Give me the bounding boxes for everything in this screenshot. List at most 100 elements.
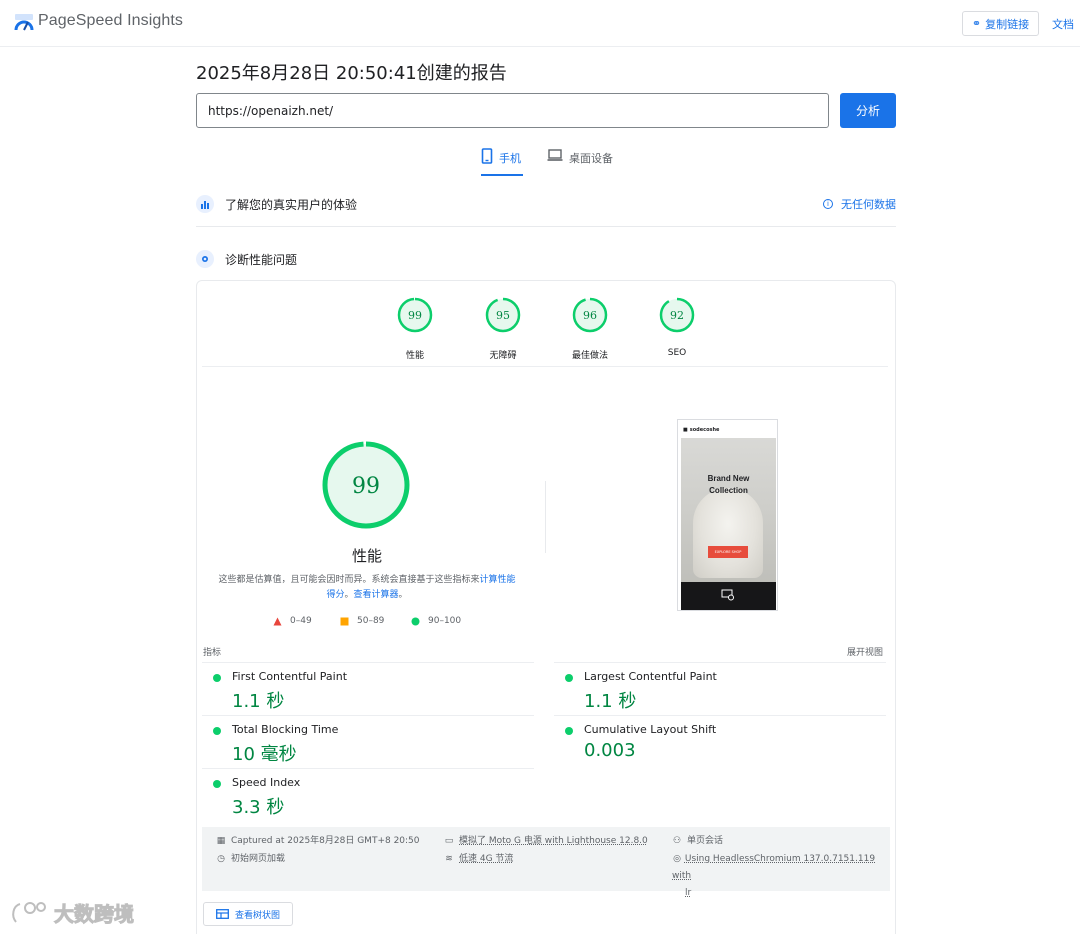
info-device[interactable]: ▭ 模拟了 Moto G 电源 with Lighthouse 12.8.0 <box>444 833 648 850</box>
watermark: 大数跨境 <box>10 898 135 927</box>
throttle-text: 低速 4G 节流 <box>459 854 514 864</box>
treemap-icon <box>216 909 229 919</box>
metric-name: First Contentful Paint <box>232 670 348 683</box>
gauge-label: SEO <box>667 348 687 358</box>
gauge-seo[interactable]: 92 SEO <box>647 297 707 358</box>
legend-pass: 90–100 <box>411 616 461 626</box>
gauge-accessibility[interactable]: 95 无障碍 <box>473 297 533 361</box>
diagnose-section: 诊断性能问题 <box>196 247 896 271</box>
metric-value: 1.1 秒 <box>584 691 637 712</box>
diagnose-title: 诊断性能问题 <box>225 252 298 267</box>
captured-text: Captured at 2025年8月28日 GMT+8 20:50 <box>231 836 420 846</box>
card-divider <box>202 366 888 367</box>
timer-icon: ◷ <box>217 854 225 864</box>
people-icon: ⚇ <box>672 836 682 846</box>
browser-text-2: lr <box>685 888 692 898</box>
tab-desktop-label: 桌面设备 <box>569 152 613 165</box>
gauge-performance[interactable]: 99 性能 <box>385 297 445 361</box>
note-separator: 。 <box>344 590 354 600</box>
metric-value: 10 毫秒 <box>232 744 297 765</box>
metric-name: Total Blocking Time <box>232 723 339 736</box>
pass-circle-icon <box>213 727 221 735</box>
score-value: 96 <box>583 309 597 322</box>
tab-desktop[interactable]: 桌面设备 <box>547 148 613 176</box>
url-input[interactable] <box>196 93 829 128</box>
screenshot-footer <box>681 582 776 610</box>
pass-circle-icon <box>213 780 221 788</box>
score-ring: 92 <box>659 297 695 333</box>
gauge-label: 性能 <box>405 351 424 361</box>
no-data-indicator[interactable]: i 无任何数据 <box>823 196 896 212</box>
screenshot-hero-title: Brand New Collection <box>681 473 776 497</box>
performance-score-value: 99 <box>352 474 380 499</box>
chrome-icon: ◎ <box>673 854 681 864</box>
legend-average-range: 50–89 <box>357 616 385 626</box>
metric-value: 0.003 <box>584 740 636 761</box>
initial-load-text: 初始网页加载 <box>231 854 286 864</box>
wifi-icon: ≋ <box>445 854 453 864</box>
performance-score-gauge: 99 <box>322 441 410 529</box>
pagespeed-logo-icon <box>14 14 34 31</box>
calendar-icon: ▦ <box>216 836 226 846</box>
score-ring: 96 <box>572 297 608 333</box>
top-bar: PageSpeed Insights ⚭ 复制链接 文档 <box>0 0 1080 47</box>
legend-fail: 0–49 <box>273 616 312 626</box>
note-end: 。 <box>398 590 408 600</box>
triangle-icon <box>273 617 282 625</box>
view-calculator-link[interactable]: 查看计算器 <box>354 590 399 600</box>
gauge-label: 无障碍 <box>489 351 517 361</box>
info-session: ⚇ 单页会话 <box>672 833 723 850</box>
score-value: 99 <box>408 309 422 322</box>
copy-link-label: 复制链接 <box>985 17 1030 31</box>
circle-icon <box>411 617 420 625</box>
expand-view-toggle[interactable]: 展开视图 <box>847 645 883 658</box>
metric-name: Cumulative Layout Shift <box>584 723 717 736</box>
view-treemap-label: 查看树状图 <box>234 910 280 921</box>
info-browser[interactable]: ◎ Using HeadlessChromium 137.0.7151.119 … <box>672 851 890 902</box>
performance-note: 这些都是估算值，且可能会因时而异。系统会直接基于这些指标来计算性能得分。查看计算… <box>217 573 517 603</box>
smartphone-icon <box>481 148 493 164</box>
view-treemap-button[interactable]: 查看树状图 <box>203 902 293 926</box>
score-ring: 99 <box>397 297 433 333</box>
screenshot-icon <box>721 589 734 601</box>
section-divider <box>196 226 896 227</box>
square-icon <box>340 617 349 625</box>
score-value: 95 <box>496 309 510 322</box>
browser-text-1: Using HeadlessChromium 137.0.7151.119 wi… <box>672 854 876 881</box>
score-value: 92 <box>670 309 684 322</box>
legend-fail-range: 0–49 <box>290 616 312 626</box>
metric-si: Speed Index 3.3 秒 <box>202 768 534 821</box>
info-icon: i <box>823 199 833 209</box>
link-icon: ⚭ <box>971 17 982 30</box>
metric-value: 3.3 秒 <box>232 797 285 818</box>
screenshot-hero-button: EXPLORE SHOP <box>708 546 748 558</box>
legend-average: 50–89 <box>340 616 384 626</box>
metric-fcp: First Contentful Paint 1.1 秒 <box>202 662 534 715</box>
real-user-section: 了解您的真实用户的体验 i 无任何数据 <box>196 192 896 216</box>
info-throttle[interactable]: ≋ 低速 4G 节流 <box>444 851 513 868</box>
copy-link-button[interactable]: ⚭ 复制链接 <box>962 11 1039 36</box>
hero-title-line-2: Collection <box>709 486 748 495</box>
docs-link[interactable]: 文档 <box>1052 16 1074 32</box>
tab-mobile[interactable]: 手机 <box>481 148 523 176</box>
bag-icon: ■ <box>683 427 688 433</box>
metric-tbt: Total Blocking Time 10 毫秒 <box>202 715 534 768</box>
runtime-settings: ▦ Captured at 2025年8月28日 GMT+8 20:50 ◷ 初… <box>202 827 890 898</box>
analyze-button[interactable]: 分析 <box>840 93 896 128</box>
no-data-label: 无任何数据 <box>841 198 896 211</box>
final-screenshot[interactable]: ■ sodecoshe Brand New Collection EXPLORE… <box>677 419 778 611</box>
real-user-title: 了解您的真实用户的体验 <box>225 197 358 212</box>
info-captured: ▦ Captured at 2025年8月28日 GMT+8 20:50 <box>216 833 420 850</box>
session-text: 单页会话 <box>687 836 724 846</box>
performance-title: 性能 <box>351 547 382 565</box>
vertical-separator <box>545 481 546 553</box>
gauge-best-practices[interactable]: 96 最佳做法 <box>560 297 620 361</box>
device-text: 模拟了 Moto G 电源 with Lighthouse 12.8.0 <box>459 836 648 846</box>
report-card: 99 性能 95 无障碍 96 最佳做法 92 SEO 99 性能 这些都是估算… <box>196 280 896 934</box>
performance-note-text: 这些都是估算值，且可能会因时而异。系统会直接基于这些指标来 <box>218 575 480 585</box>
info-initial-load: ◷ 初始网页加载 <box>216 851 285 868</box>
laptop-icon <box>547 149 563 161</box>
screenshot-site-name: sodecoshe <box>689 427 720 433</box>
pass-circle-icon <box>565 674 573 682</box>
score-ring: 95 <box>485 297 521 333</box>
